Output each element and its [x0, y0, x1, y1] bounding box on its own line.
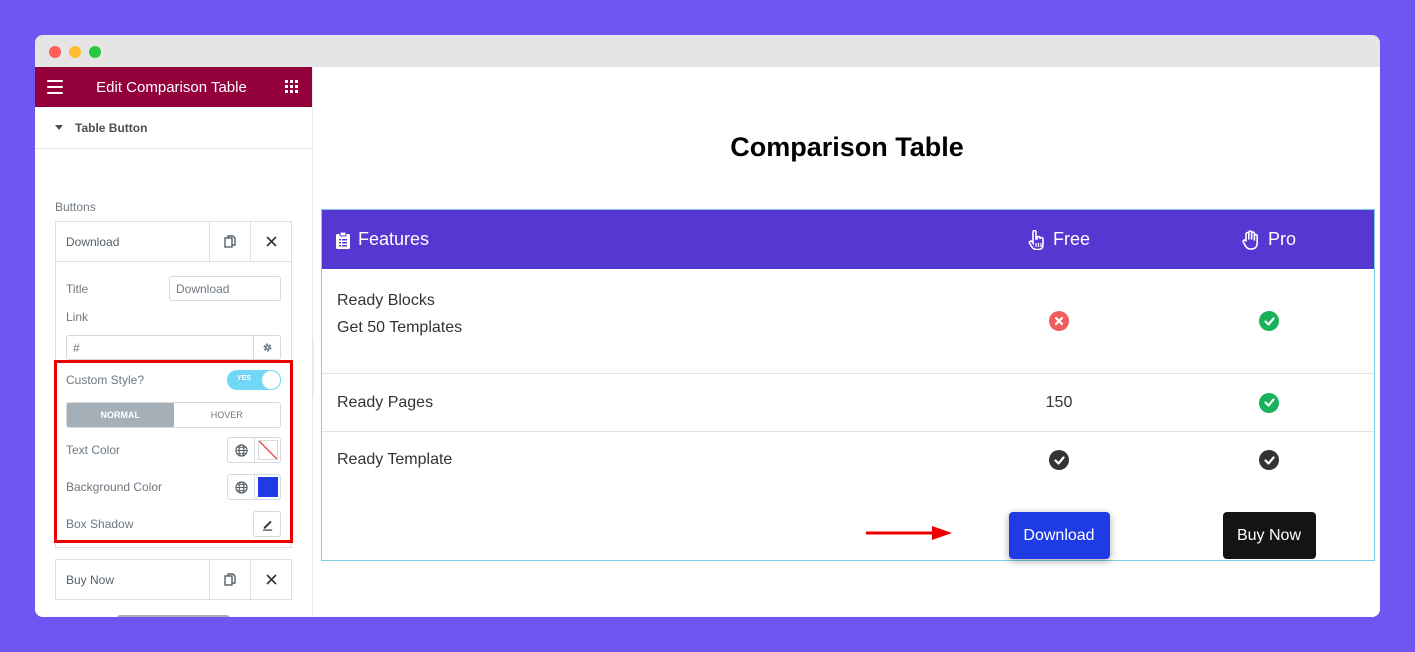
- hamburger-menu-icon[interactable]: [47, 80, 63, 94]
- repeater-item-header[interactable]: Buy Now: [56, 560, 291, 599]
- repeater-item-title: Buy Now: [66, 572, 115, 587]
- close-icon: [265, 236, 277, 247]
- header-label: Free: [1052, 229, 1090, 249]
- header-free: Free: [954, 229, 1164, 250]
- maximize-window-button[interactable]: [89, 46, 101, 58]
- download-button[interactable]: Download: [1008, 512, 1110, 559]
- caret-down-icon: [55, 125, 63, 130]
- header-pro: Pro: [1164, 229, 1374, 250]
- header-label: Pro: [1267, 229, 1296, 249]
- link-input-group: #: [66, 335, 281, 360]
- link-input[interactable]: #: [67, 336, 253, 359]
- section-title: Table Button: [75, 120, 148, 135]
- table-buttons-row: Download Buy Now: [322, 512, 1374, 560]
- close-window-button[interactable]: [49, 46, 61, 58]
- hand-paper-icon: [1242, 229, 1260, 250]
- table-row: Ready Pages 150: [322, 374, 1374, 432]
- link-options-button[interactable]: [253, 336, 280, 359]
- pro-cell: [1164, 432, 1374, 490]
- table-row: Ready Template: [322, 432, 1374, 490]
- preview-canvas: Comparison Table Features Free Pro Ready…: [314, 67, 1380, 617]
- header-label: Features: [358, 229, 430, 249]
- check-circle-icon: [1259, 450, 1279, 470]
- editor-panel: Edit Comparison Table Table Button Butto…: [35, 67, 313, 617]
- free-cell: 150: [1045, 393, 1073, 411]
- close-icon: [265, 574, 277, 585]
- window-titlebar: [35, 35, 1380, 67]
- free-button-cell: Download: [954, 512, 1164, 560]
- header-features: Features: [322, 229, 954, 250]
- buttons-label: Buttons: [55, 200, 96, 214]
- feature-text: Get 50 Templates: [337, 319, 463, 336]
- editor-header: Edit Comparison Table: [35, 67, 312, 107]
- copy-icon: [224, 235, 236, 248]
- check-circle-icon: [1259, 392, 1279, 413]
- feature-text: Ready Blocks: [337, 292, 435, 309]
- pro-button-cell: Buy Now: [1164, 512, 1374, 560]
- check-circle-icon: [1259, 311, 1279, 331]
- buy-now-button[interactable]: Buy Now: [1222, 512, 1316, 559]
- remove-button[interactable]: [250, 222, 291, 261]
- link-label-row: Link: [66, 310, 281, 324]
- widgets-grid-icon[interactable]: [285, 80, 298, 93]
- editor-title: Edit Comparison Table: [96, 78, 247, 96]
- free-cell: [954, 432, 1164, 490]
- x-circle-icon: [1049, 311, 1069, 331]
- feature-cell: Ready Pages: [322, 394, 954, 412]
- repeater-item-title: Download: [66, 234, 120, 249]
- check-circle-icon: [1049, 450, 1069, 470]
- title-label: Title: [66, 281, 89, 296]
- repeater-item-buy-now: Buy Now: [55, 559, 292, 600]
- buttons-spacer: [322, 512, 954, 560]
- red-arrow-annotation-icon: [866, 526, 952, 540]
- highlight-annotation-box: [54, 360, 293, 543]
- repeater-item-header[interactable]: Download: [56, 222, 291, 261]
- pro-cell: [1164, 269, 1374, 373]
- browser-window: Edit Comparison Table Table Button Butto…: [35, 35, 1380, 617]
- gear-icon: [262, 343, 272, 352]
- title-field-row: Title Download: [66, 276, 281, 301]
- feature-cell: Ready Template: [322, 432, 954, 490]
- title-input[interactable]: Download: [169, 276, 281, 301]
- comparison-table: Features Free Pro Ready Blocks Get 50 Te…: [321, 209, 1375, 561]
- page-title: Comparison Table: [730, 132, 964, 162]
- clipboard-list-icon: [336, 231, 350, 249]
- link-label: Link: [66, 310, 89, 324]
- table-header: Features Free Pro: [322, 210, 1374, 269]
- hand-pointer-icon: [1028, 229, 1045, 250]
- minimize-window-button[interactable]: [69, 46, 81, 58]
- add-item-button[interactable]: + ADD ITEM: [117, 615, 230, 617]
- feature-cell: Ready Blocks Get 50 Templates: [322, 269, 954, 373]
- duplicate-button[interactable]: [209, 560, 250, 599]
- copy-icon: [224, 573, 236, 586]
- section-toggle-table-button[interactable]: Table Button: [35, 107, 312, 149]
- pro-cell: [1164, 392, 1374, 413]
- remove-button[interactable]: [250, 560, 291, 599]
- feature-text: Ready Pages: [337, 393, 434, 411]
- feature-text: Ready Template: [337, 451, 453, 468]
- free-cell: [954, 269, 1164, 373]
- table-row: Ready Blocks Get 50 Templates: [322, 269, 1374, 374]
- duplicate-button[interactable]: [209, 222, 250, 261]
